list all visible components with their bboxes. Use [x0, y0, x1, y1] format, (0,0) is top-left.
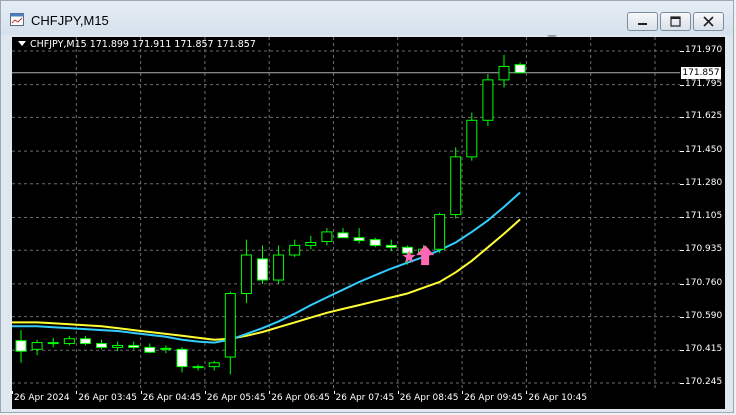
symbol-ohlc-text: CHFJPY,M15 171.899 171.911 171.857 171.8… — [30, 39, 256, 50]
time-label: 26 Apr 07:45 — [335, 393, 395, 403]
candle-bearish[interactable] — [353, 237, 365, 242]
candle-bearish[interactable] — [15, 340, 27, 352]
price-tick — [680, 217, 684, 219]
minimize-button[interactable] — [627, 12, 658, 31]
time-tick — [140, 391, 142, 394]
time-tick — [204, 391, 206, 394]
price-tick — [680, 283, 684, 285]
price-tick — [680, 250, 684, 252]
candle-bearish[interactable] — [337, 232, 349, 239]
chart-info-header: CHFJPY,M15 171.899 171.911 171.857 171.8… — [18, 39, 256, 50]
time-label: 26 Apr 2024 — [14, 393, 70, 403]
candle-bearish[interactable] — [514, 64, 526, 74]
price-tick — [680, 383, 684, 384]
candle-bullish[interactable] — [240, 254, 252, 295]
time-label: 26 Apr 05:45 — [206, 393, 266, 403]
time-tick — [76, 391, 78, 394]
chart-window: CHFJPY,M15 CHFJPY,M15 171.899 171.911 17… — [0, 0, 734, 413]
candle-bearish[interactable] — [385, 244, 397, 248]
title-bar[interactable]: CHFJPY,M15 — [1, 1, 733, 35]
price-label: 171.280 — [685, 177, 723, 188]
chart-window-icon — [10, 13, 24, 26]
price-tick — [680, 151, 684, 153]
time-label: 26 Apr 06:45 — [271, 393, 330, 403]
price-label: 171.970 — [685, 45, 723, 55]
time-tick — [12, 391, 13, 394]
candle-bearish[interactable] — [369, 239, 381, 246]
buy-arrow-icon[interactable] — [416, 245, 435, 266]
candle-bullish[interactable] — [273, 254, 285, 281]
candle-bullish[interactable] — [289, 244, 301, 256]
price-label: 171.625 — [685, 111, 723, 122]
candle-bearish[interactable] — [96, 343, 107, 348]
price-label: 170.415 — [685, 344, 723, 355]
time-tick — [526, 391, 528, 394]
time-label: 26 Apr 08:45 — [399, 393, 459, 403]
price-label: 170.245 — [685, 377, 723, 387]
price-tick — [680, 316, 684, 318]
time-label: 26 Apr 03:45 — [78, 393, 137, 403]
price-label: 170.760 — [685, 277, 723, 288]
candle-bearish[interactable] — [144, 346, 156, 353]
close-button[interactable] — [693, 12, 724, 31]
candle-bearish[interactable] — [176, 348, 188, 368]
time-label: 26 Apr 10:45 — [528, 393, 588, 403]
candle-bullish[interactable] — [112, 344, 124, 348]
candle-bullish[interactable] — [321, 231, 333, 243]
candle-bearish[interactable] — [47, 342, 59, 345]
candle-bullish[interactable] — [305, 242, 317, 246]
minimize-icon — [638, 23, 647, 25]
time-label: 26 Apr 04:45 — [142, 393, 202, 403]
time-axis[interactable]: 26 Apr 2024 26 Apr 03:45 26 Apr 04:45 26 Ap… — [12, 391, 725, 409]
candle-bullish[interactable] — [224, 293, 236, 358]
price-tick — [680, 117, 684, 119]
time-tick — [269, 391, 271, 394]
price-tick — [680, 183, 684, 185]
candle-bullish[interactable] — [450, 156, 462, 216]
price-label: 171.105 — [685, 211, 723, 222]
restore-button[interactable] — [660, 12, 691, 31]
chart-plot-area[interactable]: CHFJPY,M15 171.899 171.911 171.857 171.8… — [12, 37, 680, 391]
candle-bullish[interactable] — [466, 119, 478, 158]
current-price-label: 171.857 — [681, 66, 721, 79]
candle-bearish[interactable] — [79, 338, 91, 345]
time-tick — [333, 391, 335, 394]
price-label: 171.795 — [685, 78, 723, 89]
time-label: 26 Apr 09:45 — [464, 393, 523, 403]
candle-bullish[interactable] — [434, 214, 446, 250]
price-tick — [680, 84, 684, 86]
candle-bullish[interactable] — [208, 362, 220, 368]
candle-bullish[interactable] — [63, 338, 75, 345]
price-label: 170.935 — [685, 244, 723, 255]
candle-bearish[interactable] — [401, 246, 413, 254]
restore-icon — [670, 16, 681, 27]
candle-bullish[interactable] — [482, 79, 494, 121]
price-label: 170.590 — [685, 310, 723, 321]
candle-bullish[interactable] — [498, 65, 510, 81]
price-tick — [680, 350, 684, 352]
candle-bearish[interactable] — [257, 258, 268, 281]
candle-bearish[interactable] — [128, 344, 140, 348]
close-icon — [703, 16, 714, 27]
price-label: 171.450 — [685, 145, 723, 156]
price-tick — [680, 51, 684, 52]
time-tick — [397, 391, 399, 394]
candle-bullish[interactable] — [192, 366, 204, 369]
collapse-triangle-icon[interactable] — [18, 41, 26, 46]
price-axis[interactable]: 171.970 171.795 171.625 171.450 171.280 171.1… — [680, 37, 725, 391]
candle-bearish[interactable] — [160, 347, 172, 350]
time-tick — [462, 391, 464, 394]
candlestick-chart[interactable] — [12, 37, 680, 391]
window-title: CHFJPY,M15 — [31, 13, 109, 28]
candle-bullish[interactable] — [31, 342, 43, 350]
